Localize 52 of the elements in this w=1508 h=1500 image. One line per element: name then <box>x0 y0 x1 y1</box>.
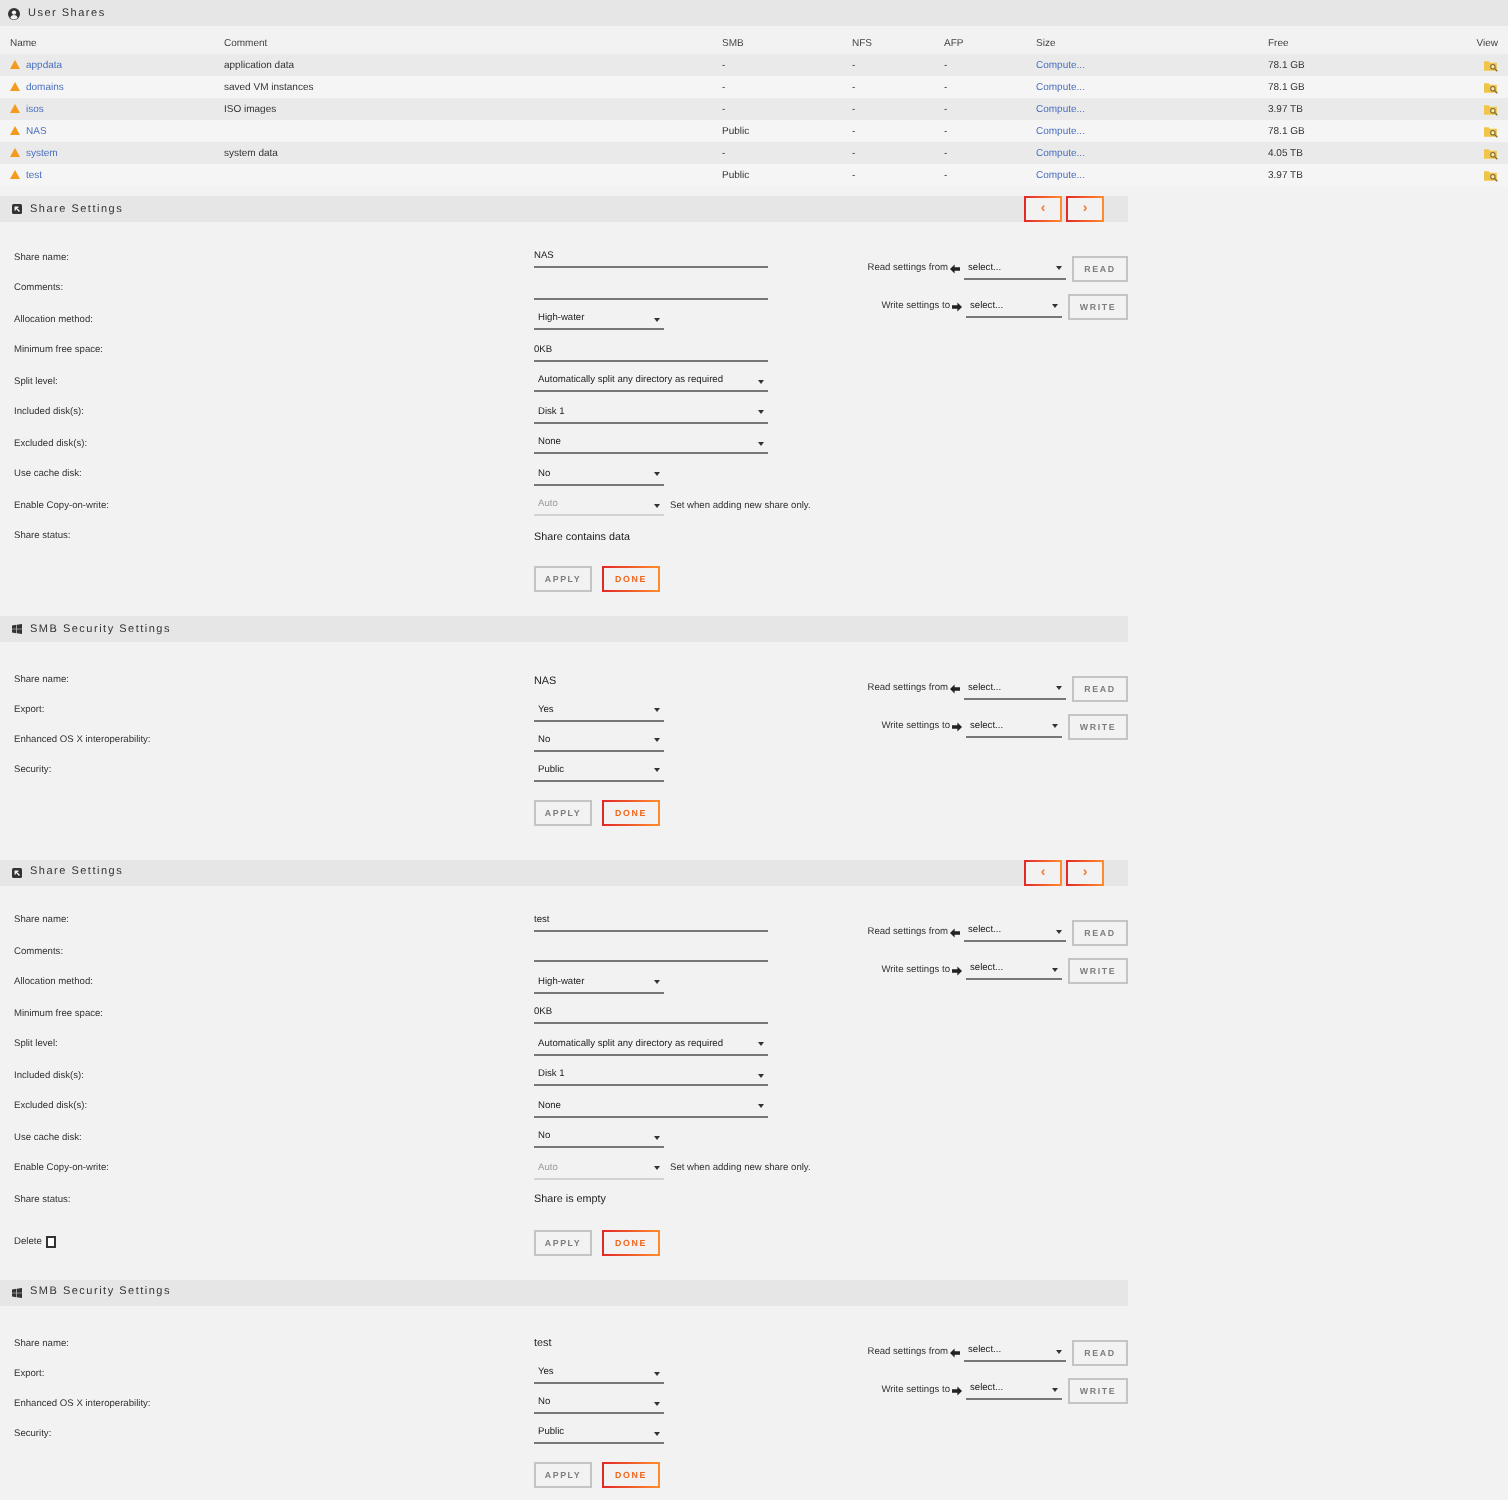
warning-icon <box>10 60 20 70</box>
caret-down-icon <box>654 1135 660 1140</box>
arrow-left-icon <box>950 684 960 694</box>
caret-down-icon <box>1052 724 1058 728</box>
folder-search-icon[interactable] <box>1484 147 1498 159</box>
four-squares-icon <box>12 1287 22 1297</box>
caret-down-icon <box>654 1166 660 1171</box>
share-square-icon <box>12 204 22 214</box>
arrow-left-icon <box>950 927 960 937</box>
caret-down-icon <box>1052 1387 1058 1391</box>
arrow-right-icon <box>952 1385 962 1395</box>
caret-down-icon <box>654 1401 660 1405</box>
user-circle-icon <box>8 7 20 19</box>
caret-down-icon <box>654 708 660 712</box>
caret-down-icon <box>1056 686 1062 690</box>
folder-search-icon[interactable] <box>1484 81 1498 93</box>
share-square-icon <box>12 867 22 877</box>
caret-down-icon <box>758 379 764 384</box>
folder-search-icon[interactable] <box>1484 103 1498 115</box>
caret-down-icon <box>654 738 660 742</box>
folder-search-icon[interactable] <box>1484 125 1498 137</box>
four-squares-icon <box>12 624 22 634</box>
caret-down-icon <box>1056 1349 1062 1353</box>
folder-search-icon[interactable] <box>1484 169 1498 181</box>
caret-down-icon <box>758 410 764 415</box>
caret-down-icon <box>758 1073 764 1078</box>
caret-down-icon <box>654 1431 660 1435</box>
delete-checkbox[interactable] <box>45 1236 57 1248</box>
caret-down-icon <box>758 1104 764 1109</box>
arrow-left-icon <box>950 1347 960 1357</box>
arrow-right-icon <box>952 302 962 312</box>
warning-icon <box>10 104 20 114</box>
caret-down-icon <box>654 980 660 985</box>
arrow-right-icon <box>952 722 962 732</box>
caret-down-icon <box>1056 266 1062 270</box>
caret-down-icon <box>758 441 764 446</box>
warning-icon <box>10 170 20 180</box>
arrow-right-icon <box>952 965 962 975</box>
warning-icon <box>10 148 20 158</box>
warning-icon <box>10 82 20 92</box>
folder-search-icon[interactable] <box>1484 59 1498 71</box>
caret-down-icon <box>1052 967 1058 971</box>
caret-down-icon <box>1056 929 1062 933</box>
caret-down-icon <box>654 472 660 477</box>
caret-down-icon <box>758 1042 764 1047</box>
caret-down-icon <box>654 1371 660 1375</box>
caret-down-icon <box>1052 304 1058 308</box>
caret-down-icon <box>654 317 660 322</box>
caret-down-icon <box>654 768 660 772</box>
arrow-left-icon <box>950 264 960 274</box>
caret-down-icon <box>654 503 660 508</box>
warning-icon <box>10 126 20 136</box>
